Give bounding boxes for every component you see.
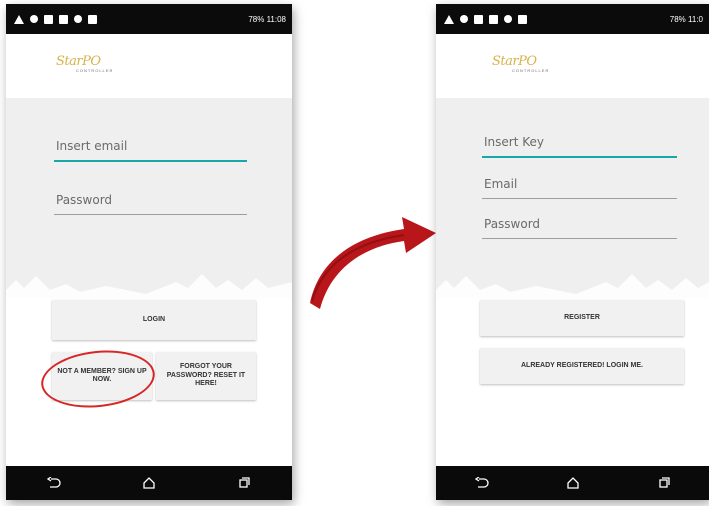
trees-decoration xyxy=(6,274,292,298)
password-field[interactable] xyxy=(54,186,247,215)
form-panel xyxy=(6,98,292,298)
sync-icon xyxy=(460,15,468,23)
navigation-bar xyxy=(436,466,709,500)
battery-level: 78% xyxy=(248,14,265,24)
forgot-password-button[interactable]: FORGOT YOUR PASSWORD? RESET IT HERE! xyxy=(156,352,256,400)
bluetooth-icon xyxy=(74,15,82,23)
navigation-bar xyxy=(6,466,292,500)
warning-icon xyxy=(444,14,454,24)
key-field[interactable] xyxy=(482,128,677,158)
register-screen: 78% 11:0 StarPO CONTROLLER REGISTER ALRE… xyxy=(436,4,709,500)
signup-button[interactable]: NOT A MEMBER? SIGN UP NOW. xyxy=(52,352,152,400)
status-time: 78% 11:08 xyxy=(248,15,292,24)
login-screen: 78% 11:08 StarPO CONTROLLER LOGIN NOT A … xyxy=(6,4,292,500)
password-field[interactable] xyxy=(482,210,677,239)
email-field[interactable] xyxy=(482,170,677,199)
status-bar: 78% 11:0 xyxy=(436,4,709,34)
form-panel xyxy=(436,98,709,298)
email-field[interactable] xyxy=(54,132,247,162)
battery-level: 78% xyxy=(669,14,686,24)
status-bar: 78% 11:08 xyxy=(6,4,292,34)
logo-text: StarPO xyxy=(56,54,101,69)
gallery-icon xyxy=(59,14,68,24)
notification-icon xyxy=(474,14,483,24)
logo-subtext: CONTROLLER xyxy=(76,68,114,73)
already-registered-button[interactable]: ALREADY REGISTERED! LOGIN ME. xyxy=(480,348,684,384)
home-icon[interactable] xyxy=(137,471,161,495)
recents-icon[interactable] xyxy=(232,471,256,495)
trees-decoration xyxy=(436,274,709,298)
app-logo: StarPO CONTROLLER xyxy=(492,52,582,78)
logo-subtext: CONTROLLER xyxy=(512,68,550,73)
download-icon xyxy=(88,14,97,24)
gallery-icon xyxy=(489,14,498,24)
download-icon xyxy=(518,14,527,24)
login-button[interactable]: LOGIN xyxy=(52,300,256,340)
back-icon[interactable] xyxy=(470,471,494,495)
status-time: 78% 11:0 xyxy=(670,15,709,24)
app-logo: StarPO CONTROLLER xyxy=(56,52,146,78)
warning-icon xyxy=(14,14,24,24)
logo-text: StarPO xyxy=(492,54,537,69)
register-button[interactable]: REGISTER xyxy=(480,300,684,336)
clock: 11:0 xyxy=(688,14,703,24)
back-icon[interactable] xyxy=(42,471,66,495)
clock: 11:08 xyxy=(266,14,286,24)
notification-icon xyxy=(44,14,53,24)
bluetooth-icon xyxy=(504,15,512,23)
sync-icon xyxy=(30,15,38,23)
transition-arrow-icon xyxy=(310,217,436,309)
recents-icon[interactable] xyxy=(652,471,676,495)
home-icon[interactable] xyxy=(561,471,585,495)
